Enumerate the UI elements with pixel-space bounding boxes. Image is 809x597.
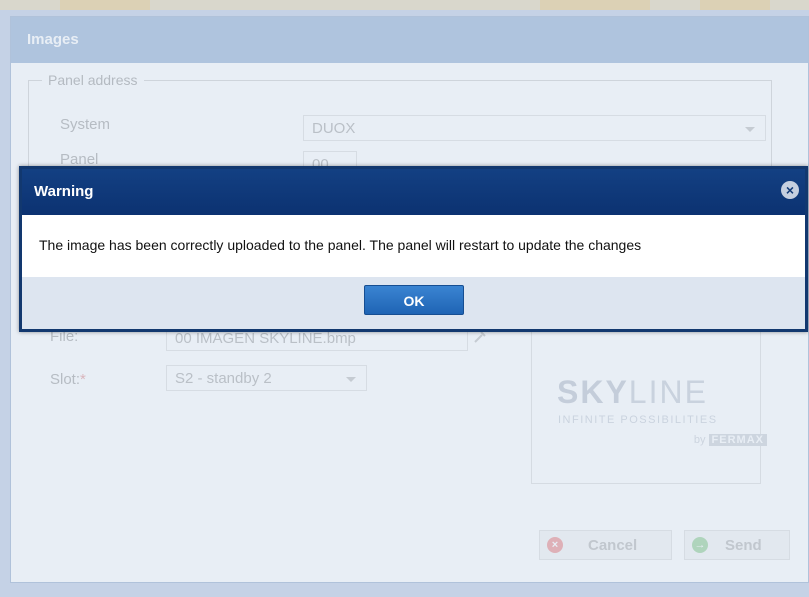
dialog-title: Warning [34,183,94,200]
close-circle-icon[interactable]: × [781,181,799,199]
dialog-message: The image has been correctly uploaded to… [39,237,642,253]
dialog-header: Warning × [22,169,805,215]
dialog-footer: OK [22,277,805,329]
ok-button[interactable]: OK [364,285,464,315]
warning-dialog: Warning × The image has been correctly u… [19,166,808,332]
